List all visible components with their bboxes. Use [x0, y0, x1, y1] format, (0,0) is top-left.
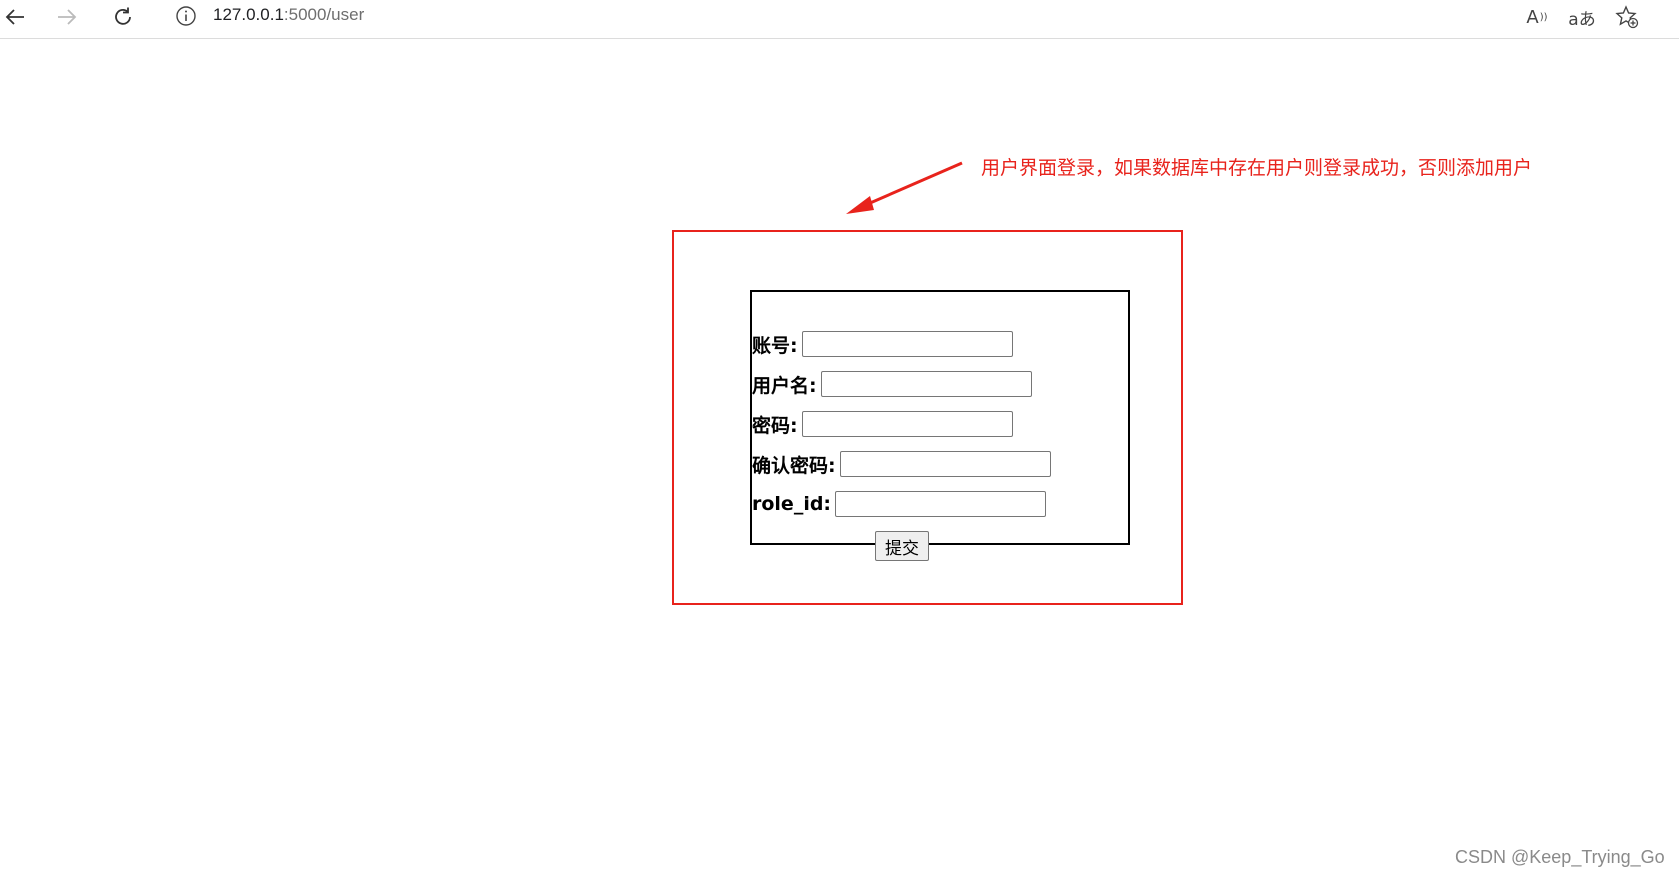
back-icon: [5, 9, 24, 25]
account-label: 账号:: [752, 334, 798, 357]
favorite-add-icon: [1615, 5, 1639, 29]
back-button[interactable]: [0, 2, 30, 32]
url-host: 127.0.0.1: [213, 5, 284, 24]
url-path: :5000/user: [283, 5, 365, 24]
confirm-password-input[interactable]: [839, 451, 1051, 477]
confirm-password-label: 确认密码:: [752, 454, 836, 477]
info-icon[interactable]: [175, 5, 197, 27]
translate-icon: aあ: [1568, 9, 1596, 30]
role-id-label: role_id:: [752, 493, 832, 515]
read-aloud-icon: A: [1526, 6, 1539, 28]
reload-button[interactable]: [108, 2, 138, 32]
role-id-input[interactable]: [835, 491, 1047, 517]
forward-button[interactable]: [52, 2, 82, 32]
login-form: 账号: 用户名: 密码: 确认密码: role_id:: [750, 290, 1130, 545]
browser-toolbar: 127.0.0.1:5000/user A)) aあ: [0, 0, 1679, 39]
form-row-confirm-password: 确认密码:: [752, 449, 1051, 479]
password-label: 密码:: [752, 414, 798, 437]
submit-button[interactable]: 提交: [875, 531, 929, 561]
read-aloud-button[interactable]: A)): [1522, 2, 1552, 32]
form-row-account: 账号:: [752, 329, 1013, 359]
annotation-text: 用户界面登录，如果数据库中存在用户则登录成功，否则添加用户: [981, 157, 1533, 179]
watermark: CSDN @Keep_Trying_Go: [1455, 847, 1665, 867]
address-bar[interactable]: 127.0.0.1:5000/user: [158, 0, 1648, 32]
username-label: 用户名:: [752, 374, 817, 397]
url-text[interactable]: 127.0.0.1:5000/user: [213, 5, 364, 25]
annotation-arrow-icon: [846, 161, 963, 214]
account-input[interactable]: [801, 331, 1013, 357]
favorite-button[interactable]: [1612, 2, 1642, 32]
password-input[interactable]: [801, 411, 1013, 437]
form-row-password: 密码:: [752, 409, 1013, 439]
forward-icon: [58, 9, 77, 25]
reload-icon: [115, 7, 131, 25]
form-row-username: 用户名:: [752, 369, 1032, 399]
translate-button[interactable]: aあ: [1567, 2, 1597, 32]
username-input[interactable]: [820, 371, 1032, 397]
form-row-role-id: role_id:: [752, 489, 1047, 519]
